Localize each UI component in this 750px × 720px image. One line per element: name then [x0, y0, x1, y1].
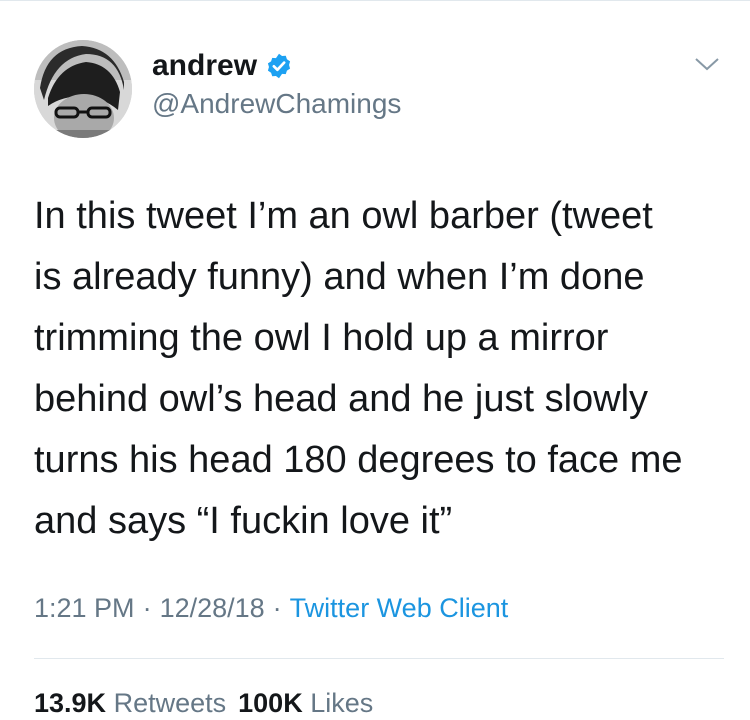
top-divider	[0, 0, 750, 1]
likes-stat[interactable]: 100K Likes	[238, 688, 373, 718]
author-display-name[interactable]: andrew	[152, 48, 257, 84]
likes-label: Likes	[310, 688, 374, 718]
author-handle[interactable]: @AndrewChamings	[152, 87, 401, 121]
tweet-meta: 1:21 PM · 12/28/18 · Twitter Web Client	[34, 590, 508, 626]
meta-separator: ·	[272, 593, 282, 623]
tweet-date[interactable]: 12/28/18	[160, 593, 265, 623]
chevron-down-icon[interactable]	[693, 54, 721, 74]
avatar-photo	[34, 40, 132, 138]
stats-divider	[34, 658, 724, 659]
retweets-count: 13.9K	[34, 688, 107, 718]
tweet-text: In this tweet I’m an owl barber (tweet i…	[34, 195, 683, 542]
retweets-stat[interactable]: 13.9K Retweets	[34, 688, 226, 718]
retweets-label: Retweets	[113, 688, 227, 718]
avatar[interactable]	[34, 40, 132, 138]
meta-separator: ·	[142, 593, 152, 623]
tweet-stats: 13.9K Retweets 100K Likes	[34, 686, 373, 720]
tweet-client-link[interactable]: Twitter Web Client	[290, 593, 509, 623]
likes-count: 100K	[238, 688, 303, 718]
verified-badge-icon	[265, 52, 293, 80]
author-name-row[interactable]: andrew	[152, 48, 293, 84]
tweet-time[interactable]: 1:21 PM	[34, 593, 135, 623]
